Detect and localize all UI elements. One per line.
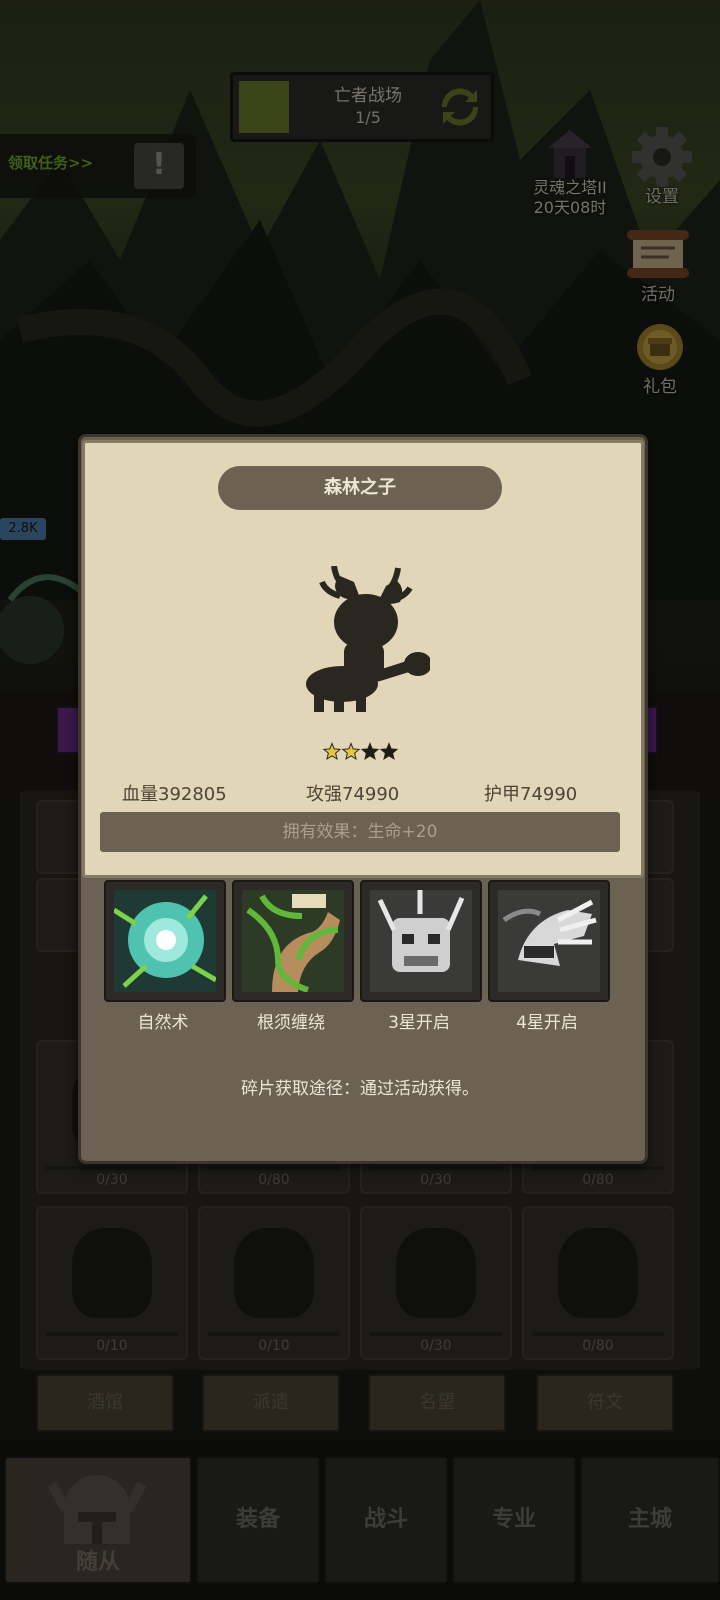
star-empty-icon bbox=[379, 742, 399, 760]
skill-label-2: 根须缠绕 bbox=[257, 1013, 325, 1033]
skill-label-4: 4星开启 bbox=[516, 1013, 578, 1033]
skill-nature-magic[interactable] bbox=[104, 880, 226, 1002]
owned-effect-bar: 拥有效果：生命+20 bbox=[100, 812, 620, 852]
skill-label-1: 自然术 bbox=[137, 1013, 189, 1033]
star-rating bbox=[322, 742, 399, 760]
fragment-source-text: 碎片获取途径：通过活动获得。 bbox=[241, 1079, 479, 1099]
locked-skull-icon bbox=[370, 890, 472, 992]
stat-armor: 护甲74990 bbox=[484, 784, 578, 805]
star-empty-icon bbox=[360, 742, 380, 760]
nature-magic-icon bbox=[114, 890, 216, 992]
star-filled-icon bbox=[341, 742, 361, 760]
hero-name: 森林之子 bbox=[218, 466, 502, 510]
skill-locked-3-star[interactable] bbox=[360, 880, 482, 1002]
stat-attack: 攻强74990 bbox=[306, 784, 400, 805]
locked-beast-icon bbox=[498, 890, 600, 992]
root-entangle-icon bbox=[242, 890, 344, 992]
stat-hp: 血量392805 bbox=[122, 784, 227, 805]
skill-label-3: 3星开启 bbox=[388, 1013, 450, 1033]
skill-root-entangle[interactable] bbox=[232, 880, 354, 1002]
hero-silhouette bbox=[306, 566, 430, 712]
star-filled-icon bbox=[322, 742, 342, 760]
skill-locked-4-star[interactable] bbox=[488, 880, 610, 1002]
